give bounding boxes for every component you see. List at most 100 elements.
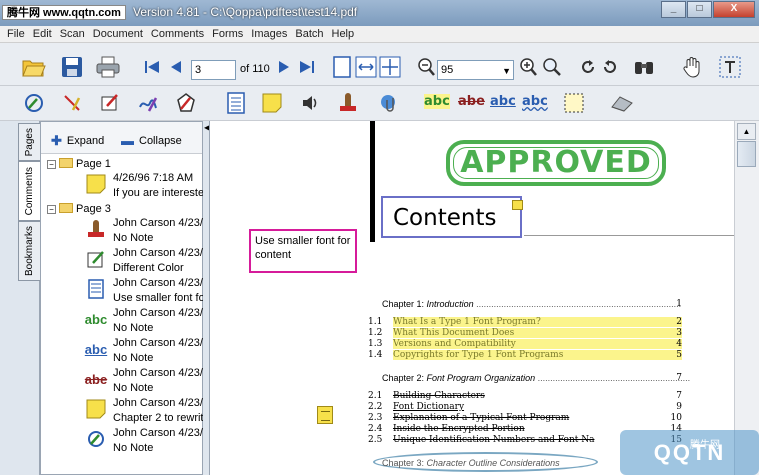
contents-heading-box[interactable]: Contents: [381, 196, 522, 238]
close-button[interactable]: X: [713, 1, 755, 18]
toc-chapter-title: Introduction: [426, 299, 474, 309]
menu-batch[interactable]: Batch: [291, 26, 327, 42]
menu-images[interactable]: Images: [247, 26, 291, 42]
collapse-toggle[interactable]: −: [47, 160, 56, 169]
expand-button[interactable]: ✚ Expand: [51, 133, 104, 149]
next-page-icon[interactable]: [272, 55, 296, 79]
menu-edit[interactable]: Edit: [29, 26, 56, 42]
tab-bookmarks-label: Bookmarks: [24, 225, 35, 276]
document-view[interactable]: APPROVED Contents Use smaller font for c…: [209, 121, 734, 475]
menu-scan[interactable]: Scan: [56, 26, 89, 42]
comments-panel: ✚ Expand ▬ Collapse − Page 1 4/26/96 7:18…: [40, 121, 203, 475]
previous-page-icon[interactable]: [164, 55, 188, 79]
text-note-icon[interactable]: [224, 91, 248, 115]
collapse-button[interactable]: ▬ Collapse: [121, 133, 182, 148]
menu-document[interactable]: Document: [89, 26, 147, 42]
heading-rule: [524, 235, 734, 236]
zoom-in-icon[interactable]: [516, 55, 540, 79]
highlight-text-tool[interactable]: abc: [424, 94, 450, 109]
rectangle-tool-icon[interactable]: [98, 91, 122, 115]
fit-page-icon[interactable]: [330, 55, 354, 79]
page-count-label: of 110: [240, 63, 270, 75]
fit-width-icon[interactable]: [354, 55, 378, 79]
print-icon[interactable]: [96, 55, 120, 79]
toc-chapter-title: Font Program Organization: [426, 373, 536, 383]
tree-node-page1[interactable]: − Page 1: [47, 157, 111, 172]
toc-chapter-num: Chapter 1:: [382, 299, 425, 309]
zoom-out-icon[interactable]: [414, 55, 438, 79]
side-tabs: Pages Comments Bookmarks: [16, 121, 40, 475]
strikeout-text-tool[interactable]: abe: [458, 94, 485, 109]
toc-text: Copyrights for Type 1 Font Programs: [393, 350, 681, 360]
comment-author: John Carson 4/23/: [113, 397, 203, 409]
comment-author: John Carson 4/23/: [113, 367, 203, 379]
zoom-select[interactable]: 95 ▼: [437, 60, 514, 80]
squiggly-text-tool[interactable]: abc: [522, 94, 548, 109]
menu-help[interactable]: Help: [328, 26, 359, 42]
comment-text[interactable]: If you are interested: [113, 187, 203, 199]
collapse-toggle[interactable]: −: [47, 205, 56, 214]
menu-file[interactable]: File: [3, 26, 29, 42]
text-select-icon[interactable]: [718, 55, 742, 79]
rotate-counterclockwise-icon[interactable]: [576, 55, 600, 79]
toc-num: 2.1: [368, 391, 383, 401]
minimize-button[interactable]: _: [661, 1, 686, 18]
hand-tool-icon[interactable]: [680, 55, 704, 79]
save-icon[interactable]: [60, 55, 84, 79]
last-page-icon[interactable]: [295, 55, 319, 79]
title-bar: 腾牛网 www.qqtn.com Version 4.81 - C:\Qoppa…: [0, 0, 759, 26]
callout-annotation[interactable]: Use smaller font for content: [249, 229, 357, 273]
sticky-note-icon: [85, 173, 107, 195]
toc-text: Inside the Encrypted Portion: [393, 424, 525, 434]
polygon-tool-icon[interactable]: [174, 91, 198, 115]
stamp-icon[interactable]: [336, 91, 360, 115]
menu-comments[interactable]: Comments: [147, 26, 208, 42]
site-watermark-small: 腾牛网: [690, 440, 720, 451]
freehand-tool-icon[interactable]: [136, 91, 160, 115]
tab-pages[interactable]: Pages: [18, 123, 40, 161]
binoculars-icon[interactable]: [632, 55, 656, 79]
toc-text: Building Characters: [393, 391, 485, 401]
sticky-note-icon[interactable]: [260, 91, 284, 115]
tab-pages-label: Pages: [24, 127, 35, 157]
comment-author: John Carson 4/23/: [113, 217, 203, 229]
scanner-icon[interactable]: [610, 91, 634, 115]
main-toolbar: 3 of 110 95 ▼: [0, 43, 759, 86]
circle-pen-icon: [85, 428, 107, 450]
note-marker-icon[interactable]: [512, 200, 523, 210]
window-controls: _ □ X: [660, 1, 755, 18]
open-folder-icon[interactable]: [22, 55, 46, 79]
minus-icon: ▬: [121, 133, 134, 148]
expand-label: Expand: [66, 135, 105, 147]
tab-comments[interactable]: Comments: [18, 161, 40, 221]
attachment-icon[interactable]: [378, 91, 402, 115]
rotate-clockwise-icon[interactable]: [598, 55, 622, 79]
scroll-up-button[interactable]: ▲: [737, 123, 756, 140]
menu-forms[interactable]: Forms: [208, 26, 247, 42]
first-page-icon[interactable]: [140, 55, 164, 79]
actual-size-icon[interactable]: [378, 55, 402, 79]
scroll-thumb[interactable]: [737, 141, 756, 167]
toc-num: 2.5: [368, 435, 383, 445]
annotation-toolbar: abc abe abc abc: [0, 86, 759, 121]
maximize-button[interactable]: □: [687, 1, 712, 18]
vertical-scrollbar[interactable]: ▲: [734, 121, 759, 475]
sticky-note-icon[interactable]: [317, 406, 333, 424]
sound-icon[interactable]: [298, 91, 322, 115]
comment-date[interactable]: 4/26/96 7:18 AM: [113, 172, 193, 184]
zoom-tool-icon[interactable]: [540, 55, 564, 79]
line-tool-icon[interactable]: [60, 91, 84, 115]
tree-node-label: Page 1: [76, 158, 111, 170]
toc-num: 1.4: [368, 350, 383, 360]
underline-text-tool[interactable]: abc: [490, 94, 516, 109]
area-select-icon[interactable]: [562, 91, 586, 115]
circle-pen-icon[interactable]: [22, 91, 46, 115]
tab-bookmarks[interactable]: Bookmarks: [18, 221, 40, 281]
tree-node-page3[interactable]: − Page 3: [47, 202, 111, 217]
toc-leader: ........................................…: [537, 373, 691, 383]
highlight-abc-icon: abc: [84, 311, 108, 327]
page-number-input[interactable]: 3: [191, 60, 236, 80]
toc-text: Versions and Compatibility: [393, 339, 681, 349]
toc-text: What Is a Type 1 Font Program?: [393, 317, 681, 327]
approved-stamp[interactable]: APPROVED: [446, 140, 666, 186]
